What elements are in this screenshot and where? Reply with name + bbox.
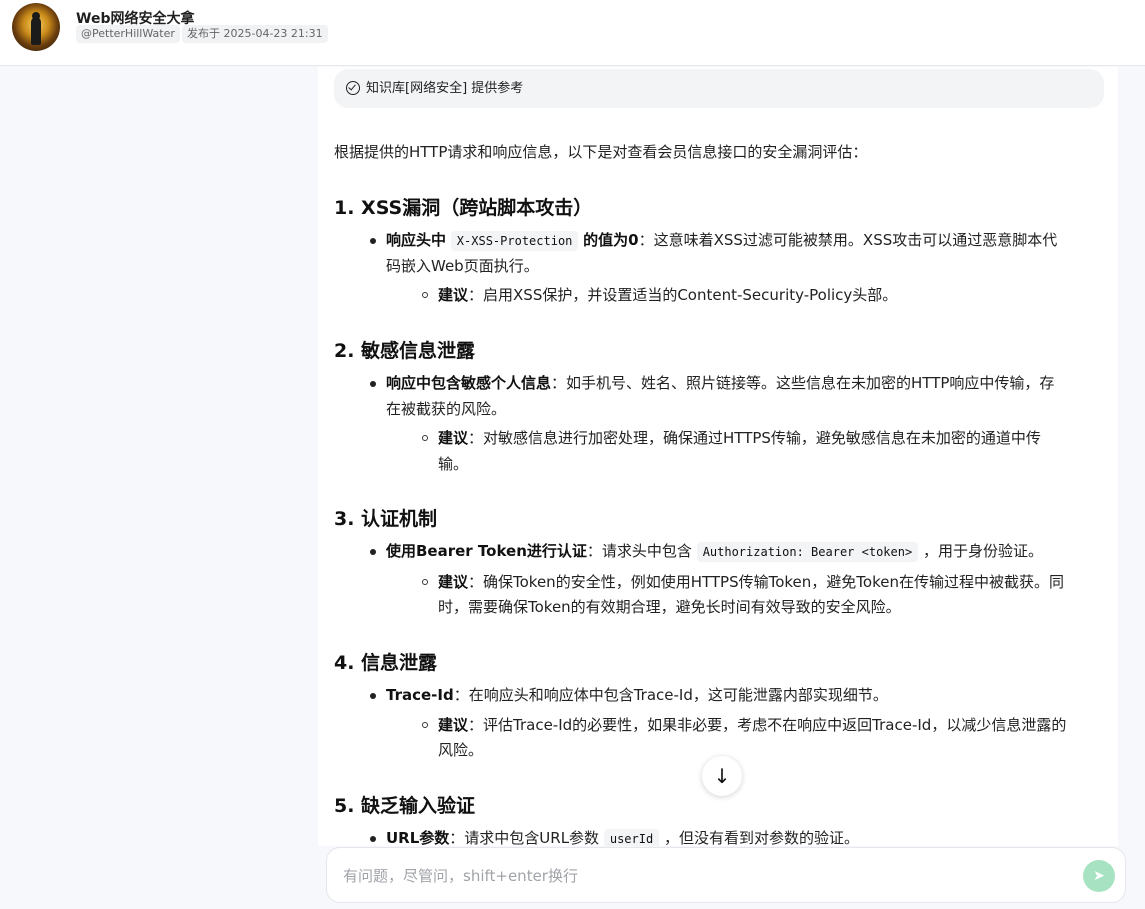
section-1-point-line-1: 响应头中 X-XSS-Protection 的值为0：这意味着XSS过滤可能被禁… (386, 227, 1057, 254)
sub-bullet-circle (422, 579, 428, 585)
section-3-advice-label: 建议 (438, 573, 469, 591)
section-3-advice-line-1: 建议：确保Token的安全性，例如使用HTTPS传输Token，避免Token在… (438, 569, 1064, 595)
bullet-dot (370, 238, 376, 244)
arrow-down-icon: ↓ (713, 764, 731, 788)
section-4-advice-text-1: ：评估Trace-Id的必要性，如果非必要，考虑不在响应中返回Trace-Id，… (468, 716, 1067, 734)
question-input[interactable] (341, 862, 1045, 890)
section-1-advice-line-1: 建议：启用XSS保护，并设置适当的Content-Security-Policy… (438, 282, 897, 308)
section-3-advice-text-1: ：确保Token的安全性，例如使用HTTPS传输Token，避免Token在传输… (468, 573, 1064, 591)
avatar-figure-body (31, 17, 41, 45)
send-button[interactable]: ➤ (1083, 860, 1115, 892)
section-2-advice-text-2: 输。 (438, 455, 469, 473)
section-3-point-text-b: ，用于身份验证。 (922, 542, 1043, 560)
section-2-point-bold: 响应中包含敏感个人信息 (386, 374, 552, 392)
chat-input-bar: ➤ (326, 847, 1126, 903)
section-4-point-line-1: Trace-Id：在响应头和响应体中包含Trace-Id，这可能泄露内部实现细节… (386, 682, 888, 708)
top-header: Web网络安全大拿 @PetterHillWater 发布于 2025-04-2… (0, 0, 1145, 66)
section-3-point-bold: 使用Bearer Token进行认证 (386, 542, 587, 560)
knowledge-base-notice[interactable]: 知识库[网络安全] 提供参考 (334, 69, 1104, 108)
bullet-dot (370, 836, 376, 842)
section-1-point-text-1: ：这意味着XSS过滤可能被禁用。XSS攻击可以通过恶意脚本代 (638, 231, 1058, 249)
section-5-point-bold: URL参数 (386, 829, 450, 846)
section-5-point-text-b: ，但没有看到对参数的验证。 (663, 829, 859, 846)
section-2-advice-label: 建议 (438, 429, 469, 447)
section-1-point-code: X-XSS-Protection (450, 231, 579, 251)
section-4-point-bold: Trace-Id (386, 686, 454, 704)
section-3-point-text-a: ：请求头中包含 (586, 542, 692, 560)
section-2-advice-line-1: 建议：对敏感信息进行加密处理，确保通过HTTPS传输，避免敏感信息在未加密的通道… (438, 425, 1041, 451)
section-5-point-text-a: ：请求中包含URL参数 (449, 829, 600, 846)
section-4-advice-line-1: 建议：评估Trace-Id的必要性，如果非必要，考虑不在响应中返回Trace-I… (438, 712, 1066, 738)
section-1-advice-text-1: ：启用XSS保护，并设置适当的Content-Security-Policy头部… (468, 286, 898, 304)
section-heading-3: 3. 认证机制 (334, 508, 438, 530)
sub-bullet-circle (422, 292, 428, 298)
section-5-point-line-1: URL参数：请求中包含URL参数 userId ，但没有看到对参数的验证。 (386, 825, 859, 846)
section-heading-4: 4. 信息泄露 (334, 652, 438, 674)
check-circle-icon (346, 80, 360, 95)
section-2-advice-text-1: ：对敏感信息进行加密处理，确保通过HTTPS传输，避免敏感信息在未加密的通道中传 (468, 429, 1041, 447)
section-4-advice-label: 建议 (438, 716, 469, 734)
sub-bullet-circle (422, 722, 428, 728)
section-heading-2: 2. 敏感信息泄露 (334, 340, 476, 362)
section-2-point-text-1: ：如手机号、姓名、照片链接等。这些信息在未加密的HTTP响应中传输，存 (551, 374, 1055, 392)
section-3-advice-text-2: 时，需要确保Token的有效期合理，避免长时间有效导致的安全风险。 (438, 598, 901, 616)
scroll-down-button[interactable]: ↓ (702, 756, 742, 796)
avatar[interactable] (12, 3, 60, 51)
username-badge[interactable]: @PetterHillWater (76, 25, 180, 43)
sub-bullet-circle (422, 435, 428, 441)
section-1-point-text-2: 码嵌入Web页面执行。 (386, 257, 539, 275)
section-4-point-text-1: ：在响应头和响应体中包含Trace-Id，这可能泄露内部实现细节。 (453, 686, 888, 704)
section-3-point-code: Authorization: Bearer <token> (696, 542, 919, 562)
bullet-dot (370, 549, 376, 555)
answer-panel: 知识库[网络安全] 提供参考 根据提供的HTTP请求和响应信息，以下是对查看会员… (318, 67, 1118, 846)
bullet-dot (370, 693, 376, 699)
kb-notice-text: 知识库[网络安全] 提供参考 (366, 81, 524, 96)
section-heading-5: 5. 缺乏输入验证 (334, 795, 476, 817)
section-heading-1: 1. XSS漏洞（跨站脚本攻击） (334, 197, 593, 219)
section-1-advice-label: 建议 (438, 286, 469, 304)
intro-text: 根据提供的HTTP请求和响应信息，以下是对查看会员信息接口的安全漏洞评估： (334, 143, 868, 161)
bullet-dot (370, 381, 376, 387)
send-icon: ➤ (1093, 868, 1105, 884)
section-4-advice-text-2: 风险。 (438, 741, 484, 759)
section-5-point-code: userId (603, 829, 660, 846)
section-3-point-line-1: 使用Bearer Token进行认证：请求头中包含 Authorization:… (386, 538, 1043, 565)
publish-date-badge: 发布于 2025-04-23 21:31 (182, 25, 328, 43)
section-1-point-bold-a: 响应头中 (386, 231, 447, 249)
section-2-point-line-1: 响应中包含敏感个人信息：如手机号、姓名、照片链接等。这些信息在未加密的HTTP响… (386, 370, 1054, 396)
section-1-point-bold-b: 的值为0 (583, 231, 639, 249)
section-2-point-text-2: 在被截获的风险。 (386, 400, 507, 418)
